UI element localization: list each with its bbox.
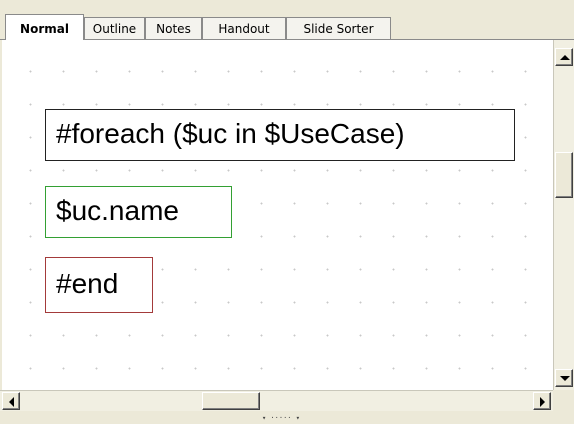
tab-normal[interactable]: Normal [5,14,84,40]
vertical-scrollbar[interactable] [553,40,574,391]
horizontal-scroll-thumb[interactable] [202,392,260,410]
slide-canvas[interactable]: #foreach ($uc in $UseCase) $uc.name #end [2,40,553,390]
scroll-left-button[interactable] [2,392,20,410]
scroll-down-button[interactable] [555,369,573,387]
scroll-right-button[interactable] [533,392,551,410]
scroll-up-button[interactable] [555,48,573,66]
tab-handout[interactable]: Handout [202,17,286,39]
splitter-grip-icon: ▾ ····· ▾ [262,414,300,422]
arrow-down-icon [560,376,570,381]
horizontal-scrollbar[interactable] [0,390,553,411]
pane-splitter[interactable]: ▾ ····· ▾ [0,411,574,424]
foreach-text-box[interactable]: #foreach ($uc in $UseCase) [45,109,515,161]
scrollbar-corner [553,390,574,411]
arrow-right-icon [540,397,545,407]
end-text-box[interactable]: #end [45,257,153,313]
vertical-scroll-thumb[interactable] [555,152,573,198]
tab-notes[interactable]: Notes [145,17,202,39]
tab-outline[interactable]: Outline [84,17,145,39]
tab-slide-sorter[interactable]: Slide Sorter [286,17,391,39]
arrow-up-icon [560,55,570,60]
arrow-left-icon [9,397,14,407]
uc-name-text-box[interactable]: $uc.name [45,186,232,238]
view-tab-bar: Normal Outline Notes Handout Slide Sorte… [0,0,574,40]
